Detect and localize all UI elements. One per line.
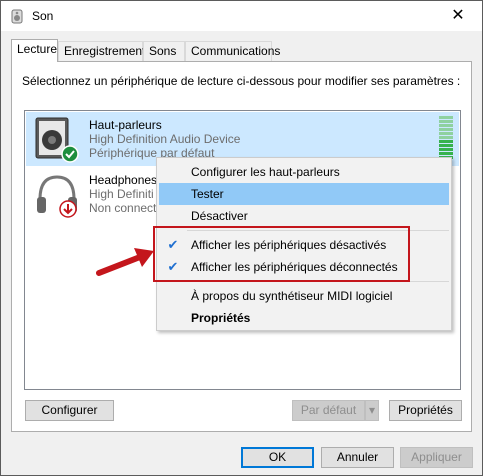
- menu-item-about-midi[interactable]: À propos du synthétiseur MIDI logiciel: [159, 285, 449, 307]
- device-driver: High Definition Audio Device: [89, 132, 241, 146]
- speaker-icon: [35, 117, 79, 163]
- configure-button[interactable]: Configurer: [25, 400, 114, 421]
- sound-dialog: Son ✕ Lecture Enregistrement Sons Commun…: [0, 0, 483, 476]
- menu-item-disable[interactable]: Désactiver: [159, 205, 449, 227]
- tab-sons[interactable]: Sons: [143, 41, 185, 61]
- device-status: Non connect: [89, 201, 157, 215]
- menu-item-test[interactable]: Tester: [159, 183, 449, 205]
- tab-lecture[interactable]: Lecture: [11, 39, 58, 62]
- set-default-button[interactable]: Par défaut: [292, 400, 365, 421]
- device-name: Headphones: [89, 173, 158, 187]
- menu-item-properties[interactable]: Propriétés: [159, 307, 449, 329]
- tab-communications[interactable]: Communications: [185, 41, 280, 61]
- tab-enregistrement[interactable]: Enregistrement: [58, 41, 145, 61]
- ok-button[interactable]: OK: [241, 447, 314, 468]
- close-icon[interactable]: ✕: [440, 1, 476, 31]
- headphones-icon: [37, 175, 77, 218]
- device-driver: High Definiti: [89, 187, 154, 201]
- apply-button[interactable]: Appliquer: [400, 447, 473, 468]
- speaker-app-icon: [11, 9, 23, 24]
- menu-item-configure-speakers[interactable]: Configurer les haut-parleurs: [159, 161, 449, 183]
- properties-button[interactable]: Propriétés: [389, 400, 462, 421]
- device-name: Haut-parleurs: [89, 118, 162, 132]
- window-title: Son: [32, 9, 54, 23]
- annotation-highlight-box: [153, 226, 410, 282]
- chevron-down-icon[interactable]: ▾: [365, 400, 379, 421]
- default-check-icon: [61, 145, 79, 163]
- title-bar: Son ✕: [1, 1, 482, 31]
- instruction-text: Sélectionnez un périphérique de lecture …: [22, 74, 461, 88]
- cancel-button[interactable]: Annuler: [321, 447, 394, 468]
- annotation-arrow-icon: [96, 248, 154, 276]
- volume-level-meter: [439, 116, 453, 160]
